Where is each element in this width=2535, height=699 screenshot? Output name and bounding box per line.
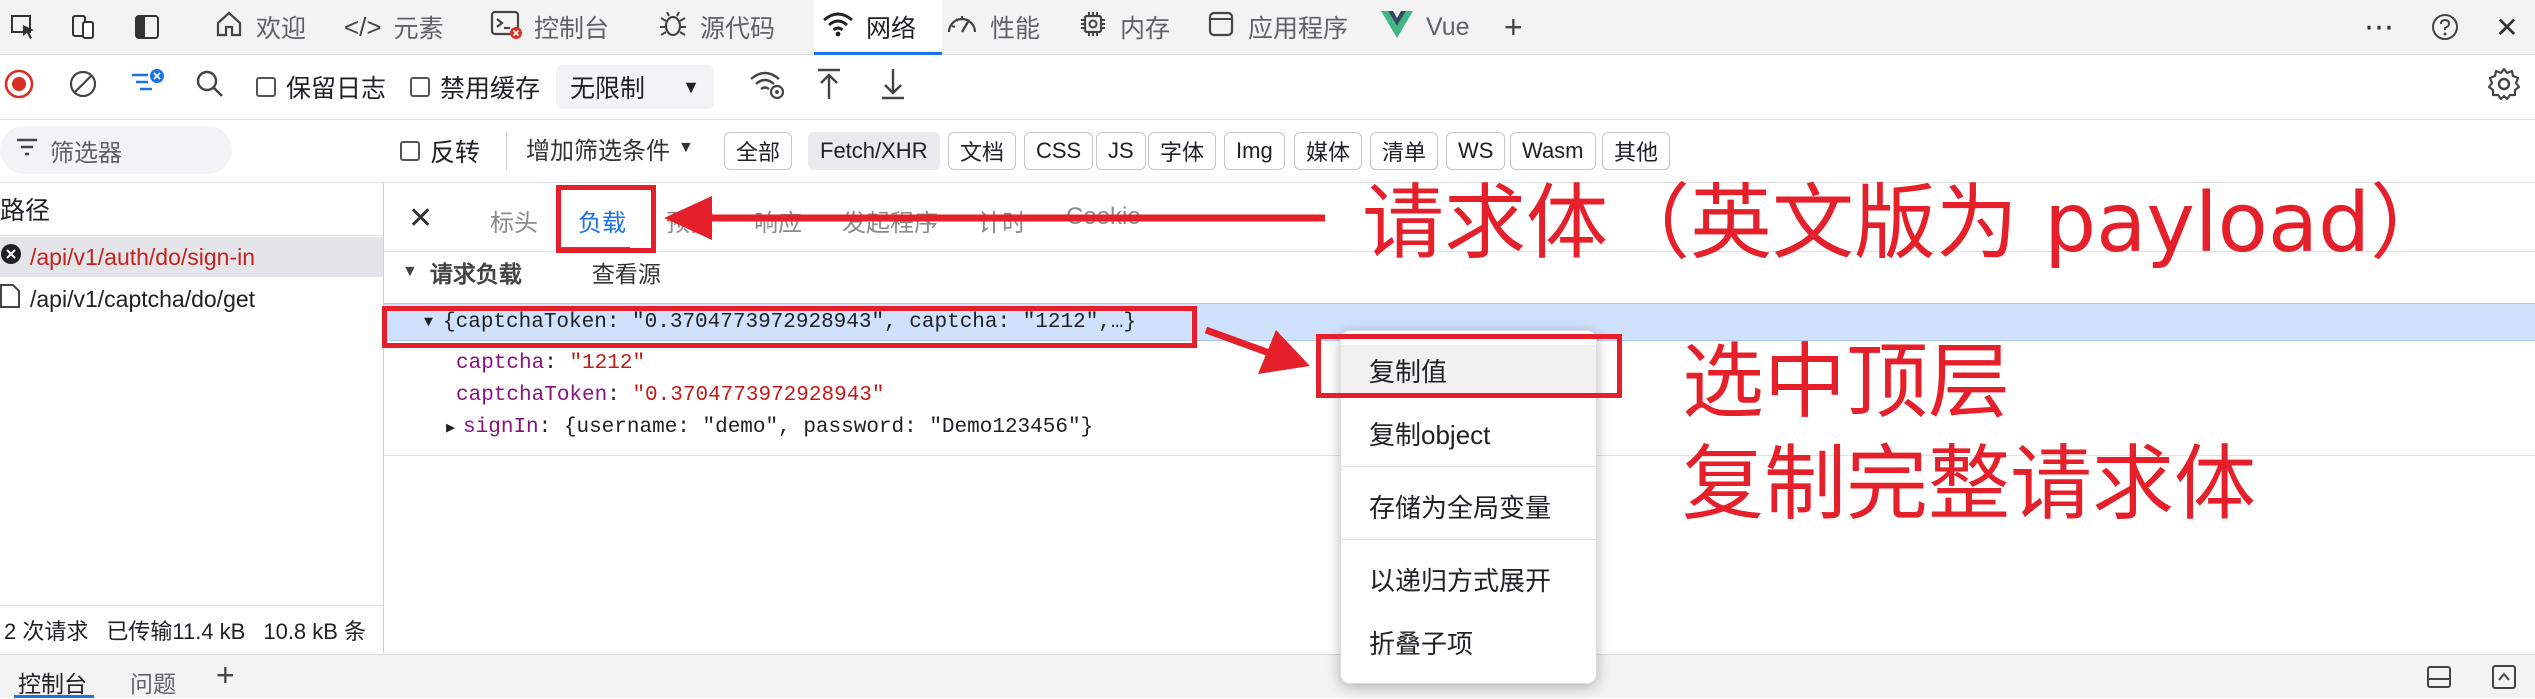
annotation-arrows (664, 196, 1325, 374)
annotation-payload-note: 请求体（英文版为 payload） (1362, 176, 2453, 271)
annotation-select-top: 选中顶层 (1682, 335, 2011, 430)
annotation-copy-full: 复制完整请求体 (1682, 437, 2257, 532)
